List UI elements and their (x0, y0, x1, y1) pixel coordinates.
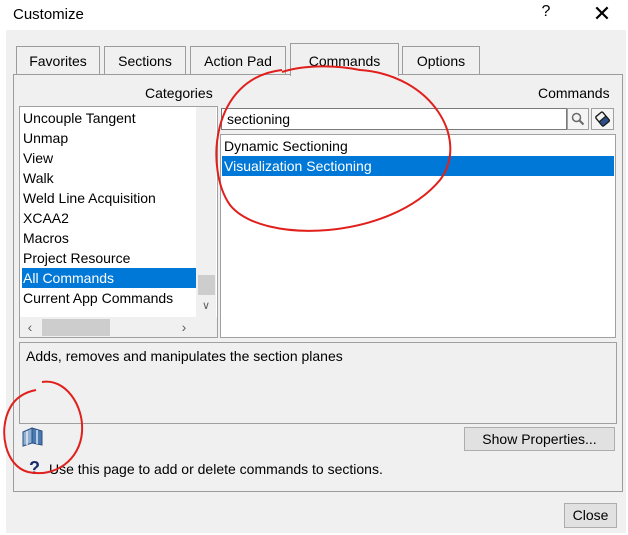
tab-options[interactable]: Options (402, 46, 480, 75)
categories-label: Categories (145, 85, 213, 101)
list-item[interactable]: Walk (22, 168, 196, 188)
list-item[interactable]: Dynamic Sectioning (222, 136, 614, 156)
tab-action-pad[interactable]: Action Pad (190, 46, 286, 75)
hint-text: Use this page to add or delete commands … (49, 461, 383, 477)
vertical-scroll-thumb[interactable] (198, 275, 215, 295)
list-item-selected[interactable]: Visualization Sectioning (222, 156, 614, 176)
command-description: Adds, removes and manipulates the sectio… (19, 342, 617, 424)
help-icon: ? (29, 458, 40, 478)
section-plane-icon[interactable] (21, 426, 45, 448)
list-item[interactable]: Uncouple Tangent (22, 108, 196, 128)
scroll-right-icon[interactable]: › (177, 320, 191, 334)
list-item[interactable]: View (22, 148, 196, 168)
scroll-down-icon[interactable]: ∨ (199, 299, 213, 313)
eraser-icon[interactable] (591, 108, 614, 130)
list-item[interactable]: XCAA2 (22, 208, 196, 228)
window-title: Customize (13, 6, 84, 23)
list-item[interactable]: Current App Commands (22, 288, 196, 308)
help-button[interactable]: ? (536, 3, 556, 25)
horizontal-scroll-thumb[interactable] (42, 319, 110, 336)
scroll-left-icon[interactable]: ‹ (23, 320, 37, 334)
list-item[interactable]: Project Resource (22, 248, 196, 268)
list-item[interactable]: Macros (22, 228, 196, 248)
tab-sections[interactable]: Sections (104, 46, 186, 75)
title-bar: Customize ? ✕ (0, 0, 628, 30)
search-icon[interactable] (567, 108, 589, 130)
close-window-button[interactable]: ✕ (588, 1, 616, 27)
show-properties-button[interactable]: Show Properties... (464, 427, 615, 451)
close-button[interactable]: Close (564, 503, 617, 528)
tab-favorites[interactable]: Favorites (16, 46, 100, 75)
list-item-selected[interactable]: All Commands (22, 268, 196, 288)
list-item[interactable]: Unmap (22, 128, 196, 148)
list-item[interactable]: Weld Line Acquisition (22, 188, 196, 208)
commands-label: Commands (538, 85, 610, 101)
tab-commands[interactable]: Commands (290, 43, 399, 76)
command-search-input[interactable]: sectioning (221, 108, 567, 130)
